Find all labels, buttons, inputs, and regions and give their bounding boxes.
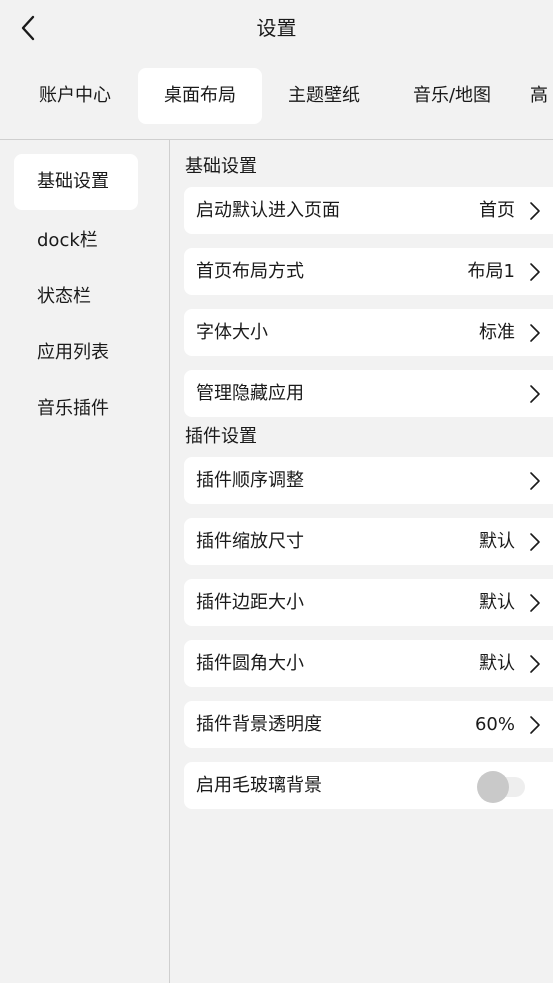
chevron-right-icon: [530, 472, 540, 490]
row-label: 启动默认进入页面: [196, 200, 340, 221]
chevron-right-icon: [530, 594, 540, 612]
chevron-right-icon: [530, 655, 540, 673]
toggle-knob: [477, 771, 509, 803]
tab-music-map[interactable]: 音乐/地图: [388, 68, 516, 124]
tab-theme-wallpaper[interactable]: 主题壁纸: [264, 68, 384, 124]
page-title: 设置: [256, 16, 297, 40]
tab-advanced[interactable]: 高: [530, 68, 553, 124]
sidebar-divider: [169, 140, 170, 983]
row-label: 首页布局方式: [196, 261, 304, 282]
sidebar-item-status-bar[interactable]: 状态栏: [14, 269, 138, 325]
row-value: 默认: [479, 592, 515, 613]
sidebar-item-app-list[interactable]: 应用列表: [14, 325, 138, 381]
settings-screen: 设置 账户中心 桌面布局 主题壁纸 音乐/地图 高 基础设置 dock栏 状态栏…: [0, 0, 553, 983]
frosted-glass-toggle[interactable]: [477, 771, 525, 803]
tab-desktop-layout[interactable]: 桌面布局: [138, 68, 262, 124]
row-label: 插件边距大小: [196, 592, 304, 613]
row-value: 标准: [479, 322, 515, 343]
settings-row-default-page[interactable]: 启动默认进入页面 首页: [184, 187, 553, 234]
row-value: 默认: [479, 531, 515, 552]
row-value: 首页: [479, 200, 515, 221]
row-label: 管理隐藏应用: [196, 383, 304, 404]
row-value: 布局1: [467, 261, 515, 282]
settings-row-hidden-apps[interactable]: 管理隐藏应用: [184, 370, 553, 417]
sidebar-item-basic-settings[interactable]: 基础设置: [14, 154, 138, 210]
tab-account-center[interactable]: 账户中心: [14, 68, 136, 124]
settings-row-plugin-opacity[interactable]: 插件背景透明度 60%: [184, 701, 553, 748]
settings-row-home-layout[interactable]: 首页布局方式 布局1: [184, 248, 553, 295]
row-label: 插件缩放尺寸: [196, 531, 304, 552]
top-tabs: 账户中心 桌面布局 主题壁纸 音乐/地图 高: [0, 68, 553, 126]
settings-row-font-size[interactable]: 字体大小 标准: [184, 309, 553, 356]
tabs-divider: [0, 139, 553, 140]
chevron-right-icon: [530, 202, 540, 220]
chevron-right-icon: [530, 385, 540, 403]
chevron-right-icon: [530, 716, 540, 734]
settings-row-plugin-radius[interactable]: 插件圆角大小 默认: [184, 640, 553, 687]
chevron-right-icon: [530, 533, 540, 551]
settings-row-frosted-glass: 启用毛玻璃背景: [184, 762, 553, 809]
row-value: 默认: [479, 653, 515, 674]
section-title-basic: 基础设置: [185, 156, 257, 177]
row-label: 启用毛玻璃背景: [196, 775, 322, 796]
section-title-plugin: 插件设置: [185, 426, 257, 447]
settings-row-plugin-margin[interactable]: 插件边距大小 默认: [184, 579, 553, 626]
chevron-right-icon: [530, 324, 540, 342]
row-label: 插件背景透明度: [196, 714, 322, 735]
row-label: 字体大小: [196, 322, 268, 343]
sidebar-item-music-plugin[interactable]: 音乐插件: [14, 381, 138, 437]
settings-row-plugin-order[interactable]: 插件顺序调整: [184, 457, 553, 504]
header: 设置: [0, 0, 553, 56]
sidebar-item-dock[interactable]: dock栏: [14, 213, 138, 269]
row-label: 插件顺序调整: [196, 470, 304, 491]
chevron-right-icon: [530, 263, 540, 281]
settings-row-plugin-scale[interactable]: 插件缩放尺寸 默认: [184, 518, 553, 565]
row-value: 60%: [474, 714, 515, 735]
row-label: 插件圆角大小: [196, 653, 304, 674]
